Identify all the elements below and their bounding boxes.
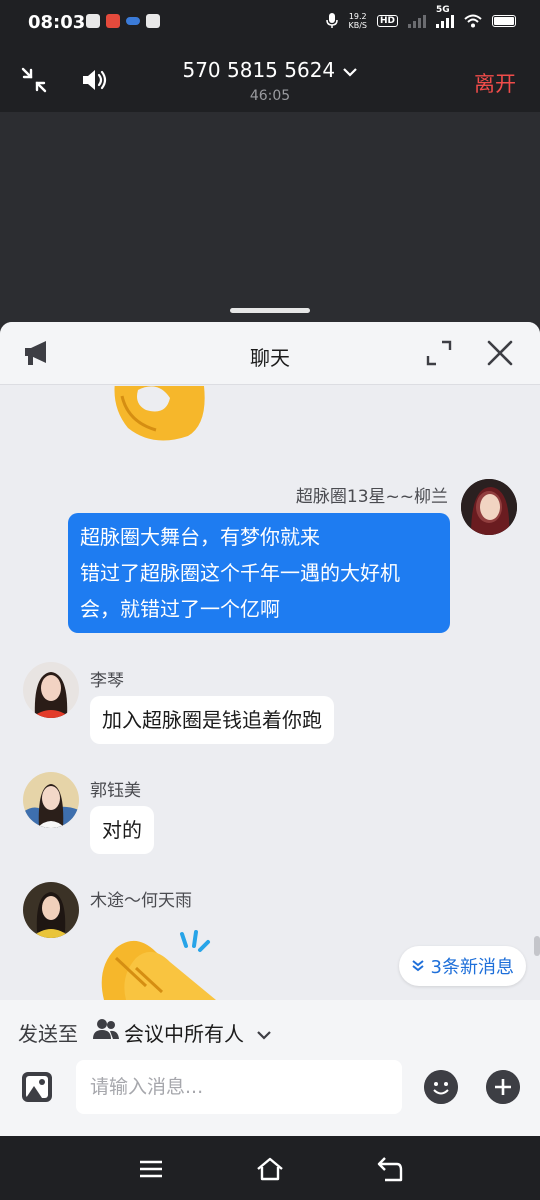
- signal-icon-sim2: [436, 14, 454, 28]
- message-text-line: 错过了超脉圈这个千年一遇的大好机: [80, 561, 400, 585]
- image-icon[interactable]: [20, 1070, 54, 1104]
- new-messages-button[interactable]: 3条新消息: [398, 946, 526, 986]
- people-icon: [93, 1019, 119, 1039]
- avatar[interactable]: [461, 479, 517, 535]
- speed-unit: KB/S: [348, 21, 367, 30]
- avatar-image: [23, 882, 79, 938]
- input-row: [0, 1058, 540, 1136]
- ok-hand-emoji: [114, 386, 205, 441]
- message-bubble-incoming[interactable]: 加入超脉圈是钱追着你跑: [90, 696, 334, 744]
- sender-name: 李琴: [90, 671, 124, 691]
- message-bubble-incoming[interactable]: 对的: [90, 806, 154, 854]
- signal-5g: 5G: [436, 5, 454, 28]
- sender-name: 超脉圈13星~~柳兰: [295, 487, 448, 507]
- back-icon[interactable]: [375, 1154, 405, 1184]
- send-to-selector[interactable]: 会议中所有人: [124, 1018, 272, 1047]
- fullscreen-icon[interactable]: [424, 338, 454, 368]
- message-notification-icon: [86, 14, 100, 28]
- hd-badge: HD: [376, 15, 398, 27]
- avatar[interactable]: [23, 772, 79, 828]
- video-notification-icon: [146, 14, 160, 28]
- status-time: 08:03: [28, 12, 86, 33]
- network-speed: 19.2 KB/S: [348, 12, 367, 30]
- home-icon[interactable]: [255, 1154, 285, 1184]
- video-area: [0, 112, 540, 322]
- notification-icons: [86, 14, 160, 28]
- microphone-icon: [326, 13, 339, 28]
- wifi-icon: [464, 14, 482, 28]
- message-list[interactable]: 超脉圈13星~~柳兰 超脉圈大舞台，有梦你就来 错过了超脉圈这个千年一遇的大好机…: [0, 386, 540, 1000]
- send-to-label: 发送至: [18, 1022, 78, 1046]
- avatar-image: [23, 772, 79, 828]
- send-to-target-label: 会议中所有人: [124, 1022, 244, 1046]
- status-bar: 08:03 19.2 KB/S HD 5G: [0, 0, 540, 46]
- avatar-image: [461, 479, 517, 535]
- chat-panel: 聊天 超脉圈13星~~柳兰 超脉圈大舞台，有梦你就来 错过了超脉圈这个千年一遇的…: [0, 322, 540, 1136]
- chat-title: 聊天: [250, 346, 290, 370]
- meeting-number-dropdown[interactable]: 570 5815 5624: [0, 58, 540, 82]
- scrollbar-thumb[interactable]: [534, 936, 540, 956]
- close-icon[interactable]: [485, 338, 515, 368]
- sender-name: 郭钰美: [90, 781, 141, 801]
- message-text-line: 超脉圈大舞台，有梦你就来: [80, 525, 320, 549]
- add-icon[interactable]: [486, 1070, 520, 1104]
- drag-handle[interactable]: [230, 308, 310, 313]
- clapping-hands-emoji: [101, 930, 216, 1000]
- new-messages-label: 3条新消息: [430, 957, 514, 978]
- sender-name: 木途～何天雨: [90, 891, 192, 911]
- signal-icon-sim1: [408, 14, 426, 28]
- avatar-image: [23, 662, 79, 718]
- meeting-number: 570 5815 5624: [182, 58, 336, 82]
- message-bubble-outgoing[interactable]: 超脉圈大舞台，有梦你就来 错过了超脉圈这个千年一遇的大好机 会，就错过了一个亿啊: [68, 513, 450, 633]
- meeting-timer: 46:05: [249, 88, 291, 104]
- speed-value: 19.2: [348, 12, 367, 21]
- meeting-header: 570 5815 5624 46:05 离开: [0, 46, 540, 112]
- battery-icon: [492, 15, 516, 27]
- system-nav-bar: [0, 1136, 540, 1200]
- chevron-down-icon: [257, 1031, 272, 1040]
- network-type-label: 5G: [436, 5, 450, 15]
- status-right-group: 19.2 KB/S HD 5G: [326, 5, 516, 30]
- app-notification-icon: [106, 14, 120, 28]
- double-chevron-down-icon: [411, 960, 424, 972]
- cloud-notification-icon: [126, 17, 140, 25]
- chevron-down-icon: [342, 67, 357, 77]
- leave-button[interactable]: 离开: [474, 68, 516, 98]
- avatar[interactable]: [23, 882, 79, 938]
- emoji-icon[interactable]: [424, 1070, 458, 1104]
- send-to-row: 发送至 会议中所有人: [0, 1000, 540, 1058]
- menu-icon[interactable]: [136, 1154, 166, 1184]
- message-input[interactable]: [76, 1060, 402, 1114]
- message-text-line: 会，就错过了一个亿啊: [80, 597, 280, 621]
- chat-header: 聊天: [0, 322, 540, 385]
- avatar[interactable]: [23, 662, 79, 718]
